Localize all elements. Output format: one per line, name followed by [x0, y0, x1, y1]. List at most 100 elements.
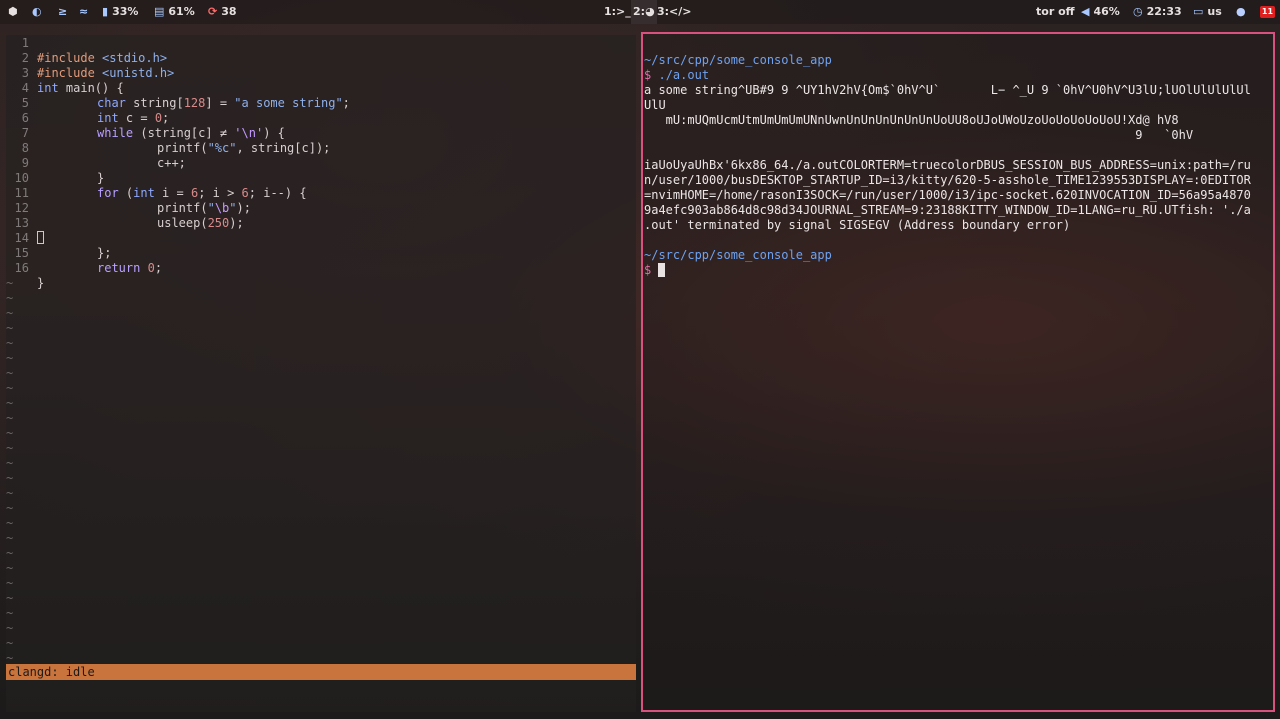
command-text: ./a.out — [658, 68, 710, 82]
code-text: }; — [97, 246, 112, 260]
editor-line: 16 } — [6, 261, 49, 290]
clock-icon: ◷ — [1133, 5, 1143, 18]
code-token: string[ — [125, 96, 184, 110]
memory-icon: ▤ — [154, 5, 165, 18]
output-line: mU:mUQmUcmUtmUmUmUmUNnUwnUnUnUnUnUnUnUoU… — [644, 113, 1179, 127]
code-token: printf( — [157, 201, 208, 215]
memory-value: 61% — [168, 5, 195, 18]
tilde-marker: ~ — [6, 381, 14, 395]
prompt-line[interactable]: $ — [644, 263, 666, 278]
code-token: main() { — [58, 81, 124, 95]
editor-line: 3 int main() { — [6, 66, 124, 95]
tilde-marker: ~ — [6, 471, 14, 485]
code-text: char string[128] = "a some string"; — [97, 96, 350, 111]
output-line: .out' terminated by signal SIGSEGV (Addr… — [644, 218, 1071, 232]
tilde-marker: ~ — [6, 591, 14, 605]
code-text: while (string[c] ≠ '\n') { — [97, 126, 285, 141]
tor-status[interactable]: tor off — [1036, 0, 1075, 24]
tilde-marker: ~ — [6, 336, 14, 350]
line-number: 15 — [14, 246, 29, 260]
editor-line: 4 char string[128] = "a some string"; — [6, 81, 350, 110]
prompt-symbol: $ — [644, 68, 652, 82]
code-text: for (int i = 6; i > 6; i--) { — [97, 186, 307, 201]
code-token: ; — [342, 96, 350, 110]
notification-badge[interactable]: 11 — [1260, 6, 1275, 18]
editor-line: 9 } — [6, 156, 104, 185]
rss-icon[interactable]: ≈ — [79, 0, 88, 24]
tilde-marker: ~ — [6, 456, 14, 470]
editor-line: 6 while (string[c] ≠ '\n') { — [6, 111, 285, 140]
line-number: 6 — [21, 111, 29, 125]
workspace-3[interactable]: 3:</> — [657, 0, 692, 24]
code-token: ( — [118, 186, 134, 200]
line-number: 5 — [21, 96, 29, 110]
volume-value: 46% — [1093, 5, 1120, 18]
code-text: c++; — [157, 156, 186, 170]
code-token: '\n' — [234, 126, 264, 140]
code-token: while — [97, 126, 134, 140]
code-token: \b — [214, 201, 230, 215]
tilde-marker: ~ — [6, 561, 14, 575]
code-text: #include <stdio.h> — [37, 51, 167, 66]
code-token: "a some string" — [234, 96, 343, 110]
prompt-symbol: $ — [644, 263, 652, 277]
terminal-icon[interactable]: ≥ — [58, 0, 67, 24]
output-line: 9a4efc903ab864d8c98d34JOURNAL_STREAM=9:2… — [644, 203, 1251, 217]
editor-line: 2 #include <unistd.h> — [6, 51, 175, 80]
refresh-icon: ⟳ — [208, 5, 218, 18]
line-number: 9 — [21, 156, 29, 170]
code-token: <unistd.h> — [94, 66, 175, 80]
editor-pane[interactable]: 1 #include <stdio.h> 2 #include <unistd.… — [6, 35, 636, 712]
battery-icon: ▮ — [102, 5, 109, 18]
workspace-1[interactable]: 1:>_ — [604, 0, 631, 24]
volume-indicator[interactable]: ◀ 46% — [1081, 0, 1120, 24]
workspace-2[interactable]: 2:◕ — [631, 0, 657, 24]
firefox-icon: ◕ — [645, 5, 655, 18]
updates-indicator[interactable]: ⟳ 38 — [208, 0, 237, 24]
line-number: 12 — [14, 201, 29, 215]
tilde-marker: ~ — [6, 486, 14, 500]
code-token: (string[c] ≠ — [133, 126, 235, 140]
editor-line: 15 return 0; — [6, 246, 163, 275]
tilde-marker: ~ — [6, 291, 14, 305]
line-number: 16 — [14, 261, 29, 275]
code-text: return 0; — [97, 261, 162, 276]
memory-indicator: ▤ 61% — [154, 0, 195, 24]
editor-line: 8 c++; — [6, 141, 186, 170]
status-line: clangd: idle — [6, 664, 636, 680]
hexagon-icon[interactable]: ⬢ — [8, 0, 18, 24]
status-dot-icon: ● — [1236, 5, 1246, 18]
cpu-indicator: ▮ 33% — [102, 0, 138, 24]
line-number: 14 — [14, 231, 29, 245]
code-token: c = — [118, 111, 155, 125]
editor-line: 14 }; — [6, 231, 112, 260]
editor-line: 12 usleep(250); — [6, 201, 244, 230]
code-token: ); — [236, 201, 251, 215]
code-token: 0 — [147, 261, 155, 275]
top-bar: ⬢ ◐ ≥ ≈ ▮ 33% ▤ 61% ⟳ 38 1:>_ 2:◕ 3:</> tor… — [0, 0, 1280, 24]
code-token: 128 — [183, 96, 206, 110]
code-token: , string[c]); — [236, 141, 331, 155]
code-text: } — [37, 276, 45, 290]
tilde-marker: ~ — [6, 276, 14, 290]
output-line: iaUoUyaUhBx'6kx86_64./a.outCOLORTERM=tru… — [644, 158, 1251, 172]
line-number: 8 — [21, 141, 29, 155]
tilde-marker: ~ — [6, 351, 14, 365]
tilde-marker: ~ — [6, 366, 14, 380]
output-line: 9 `0hV — [644, 128, 1194, 142]
update-icon[interactable]: ◐ — [32, 0, 42, 24]
editor-line: 7 printf("%c", string[c]); — [6, 126, 331, 155]
cpu-value: 33% — [112, 5, 139, 18]
code-token: <stdio.h> — [94, 51, 168, 65]
line-number: 11 — [14, 186, 29, 200]
terminal-pane[interactable]: ~/src/cpp/some_console_app $ ./a.out a s… — [641, 32, 1275, 712]
code-token: " — [229, 201, 237, 215]
editor-line: 10 for (int i = 6; i > 6; i--) { — [6, 171, 307, 200]
editor-line: 1 #include <stdio.h> — [6, 36, 167, 65]
line-number: 13 — [14, 216, 29, 230]
updates-count: 38 — [221, 5, 237, 18]
code-token: ); — [229, 216, 244, 230]
output-line: =nvimHOME=/home/rasonI3SOCK=/run/user/10… — [644, 188, 1251, 202]
keyboard-layout[interactable]: ▭ us — [1193, 0, 1222, 24]
code-token: "%c" — [207, 141, 237, 155]
